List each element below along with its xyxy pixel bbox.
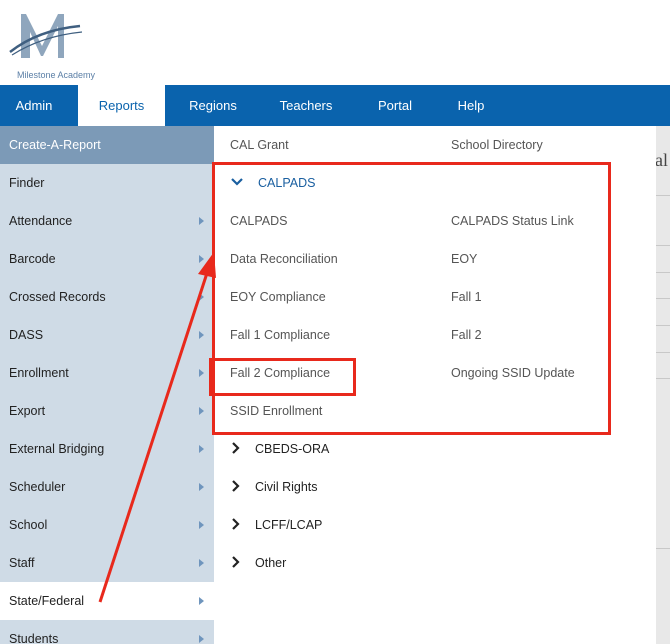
annotation-arrow-icon xyxy=(98,252,216,603)
